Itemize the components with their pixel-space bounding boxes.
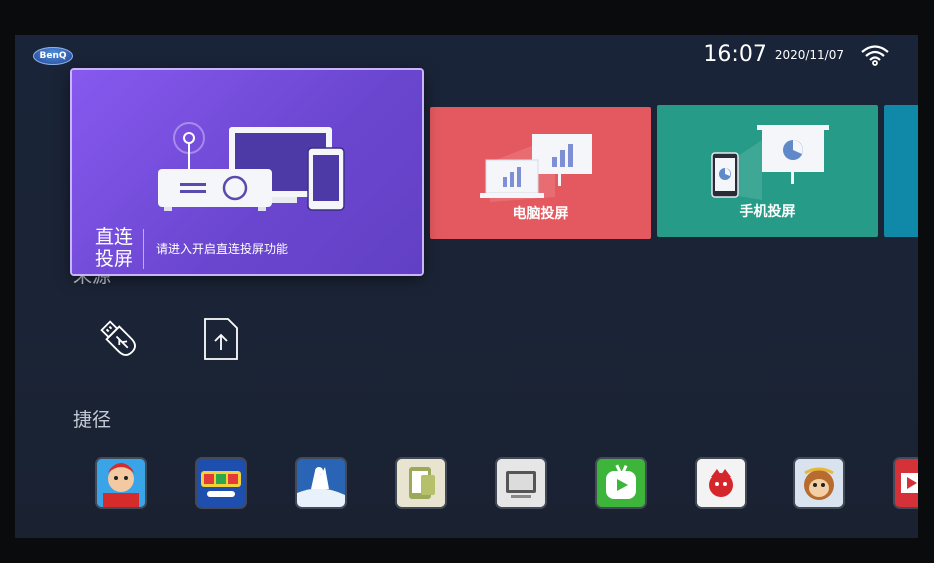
tv-screen: BenQ 16:07 2020/11/07 来源 电脑投屏 手机投屏 直连 投屏… [15,35,918,538]
pc-cast-label: 电脑投屏 [512,206,569,222]
phone-cast-tile[interactable]: 手机投屏 [657,105,878,237]
wifi-icon [861,44,889,66]
next-tile[interactable] [884,105,918,237]
direct-cast-title: 直连 投屏 [95,226,135,270]
player-app-icon[interactable] [597,459,645,507]
media-app-icon[interactable] [497,459,545,507]
direct-cast-title-line2: 投屏 [95,248,134,270]
date: 2020/11/07 [774,47,844,62]
upload-file-icon[interactable] [202,317,240,361]
phone-cast-label: 手机投屏 [739,204,796,220]
title-divider [143,229,144,269]
pc-cast-tile[interactable]: 电脑投屏 [430,107,651,239]
usb-icon[interactable] [97,317,143,363]
cartoon-app-icon[interactable] [795,459,843,507]
status-bar: 16:07 2020/11/07 [703,42,890,67]
shortcuts-label: 捷径 [73,409,112,431]
direct-cast-title-line1: 直连 [95,226,134,248]
kids-app-icon[interactable] [197,459,245,507]
clock: 16:07 [703,42,767,67]
benq-logo: BenQ [33,47,73,65]
benchmark-app-icon[interactable] [697,459,745,507]
video-app-icon[interactable] [297,459,345,507]
screen-share-app-icon[interactable] [397,459,445,507]
direct-cast-description: 请进入开启直连投屏功能 [156,242,289,256]
game-app-icon[interactable] [97,459,145,507]
direct-cast-tile[interactable]: 直连 投屏 请进入开启直连投屏功能 [72,70,422,274]
play-app-icon[interactable] [895,459,918,507]
